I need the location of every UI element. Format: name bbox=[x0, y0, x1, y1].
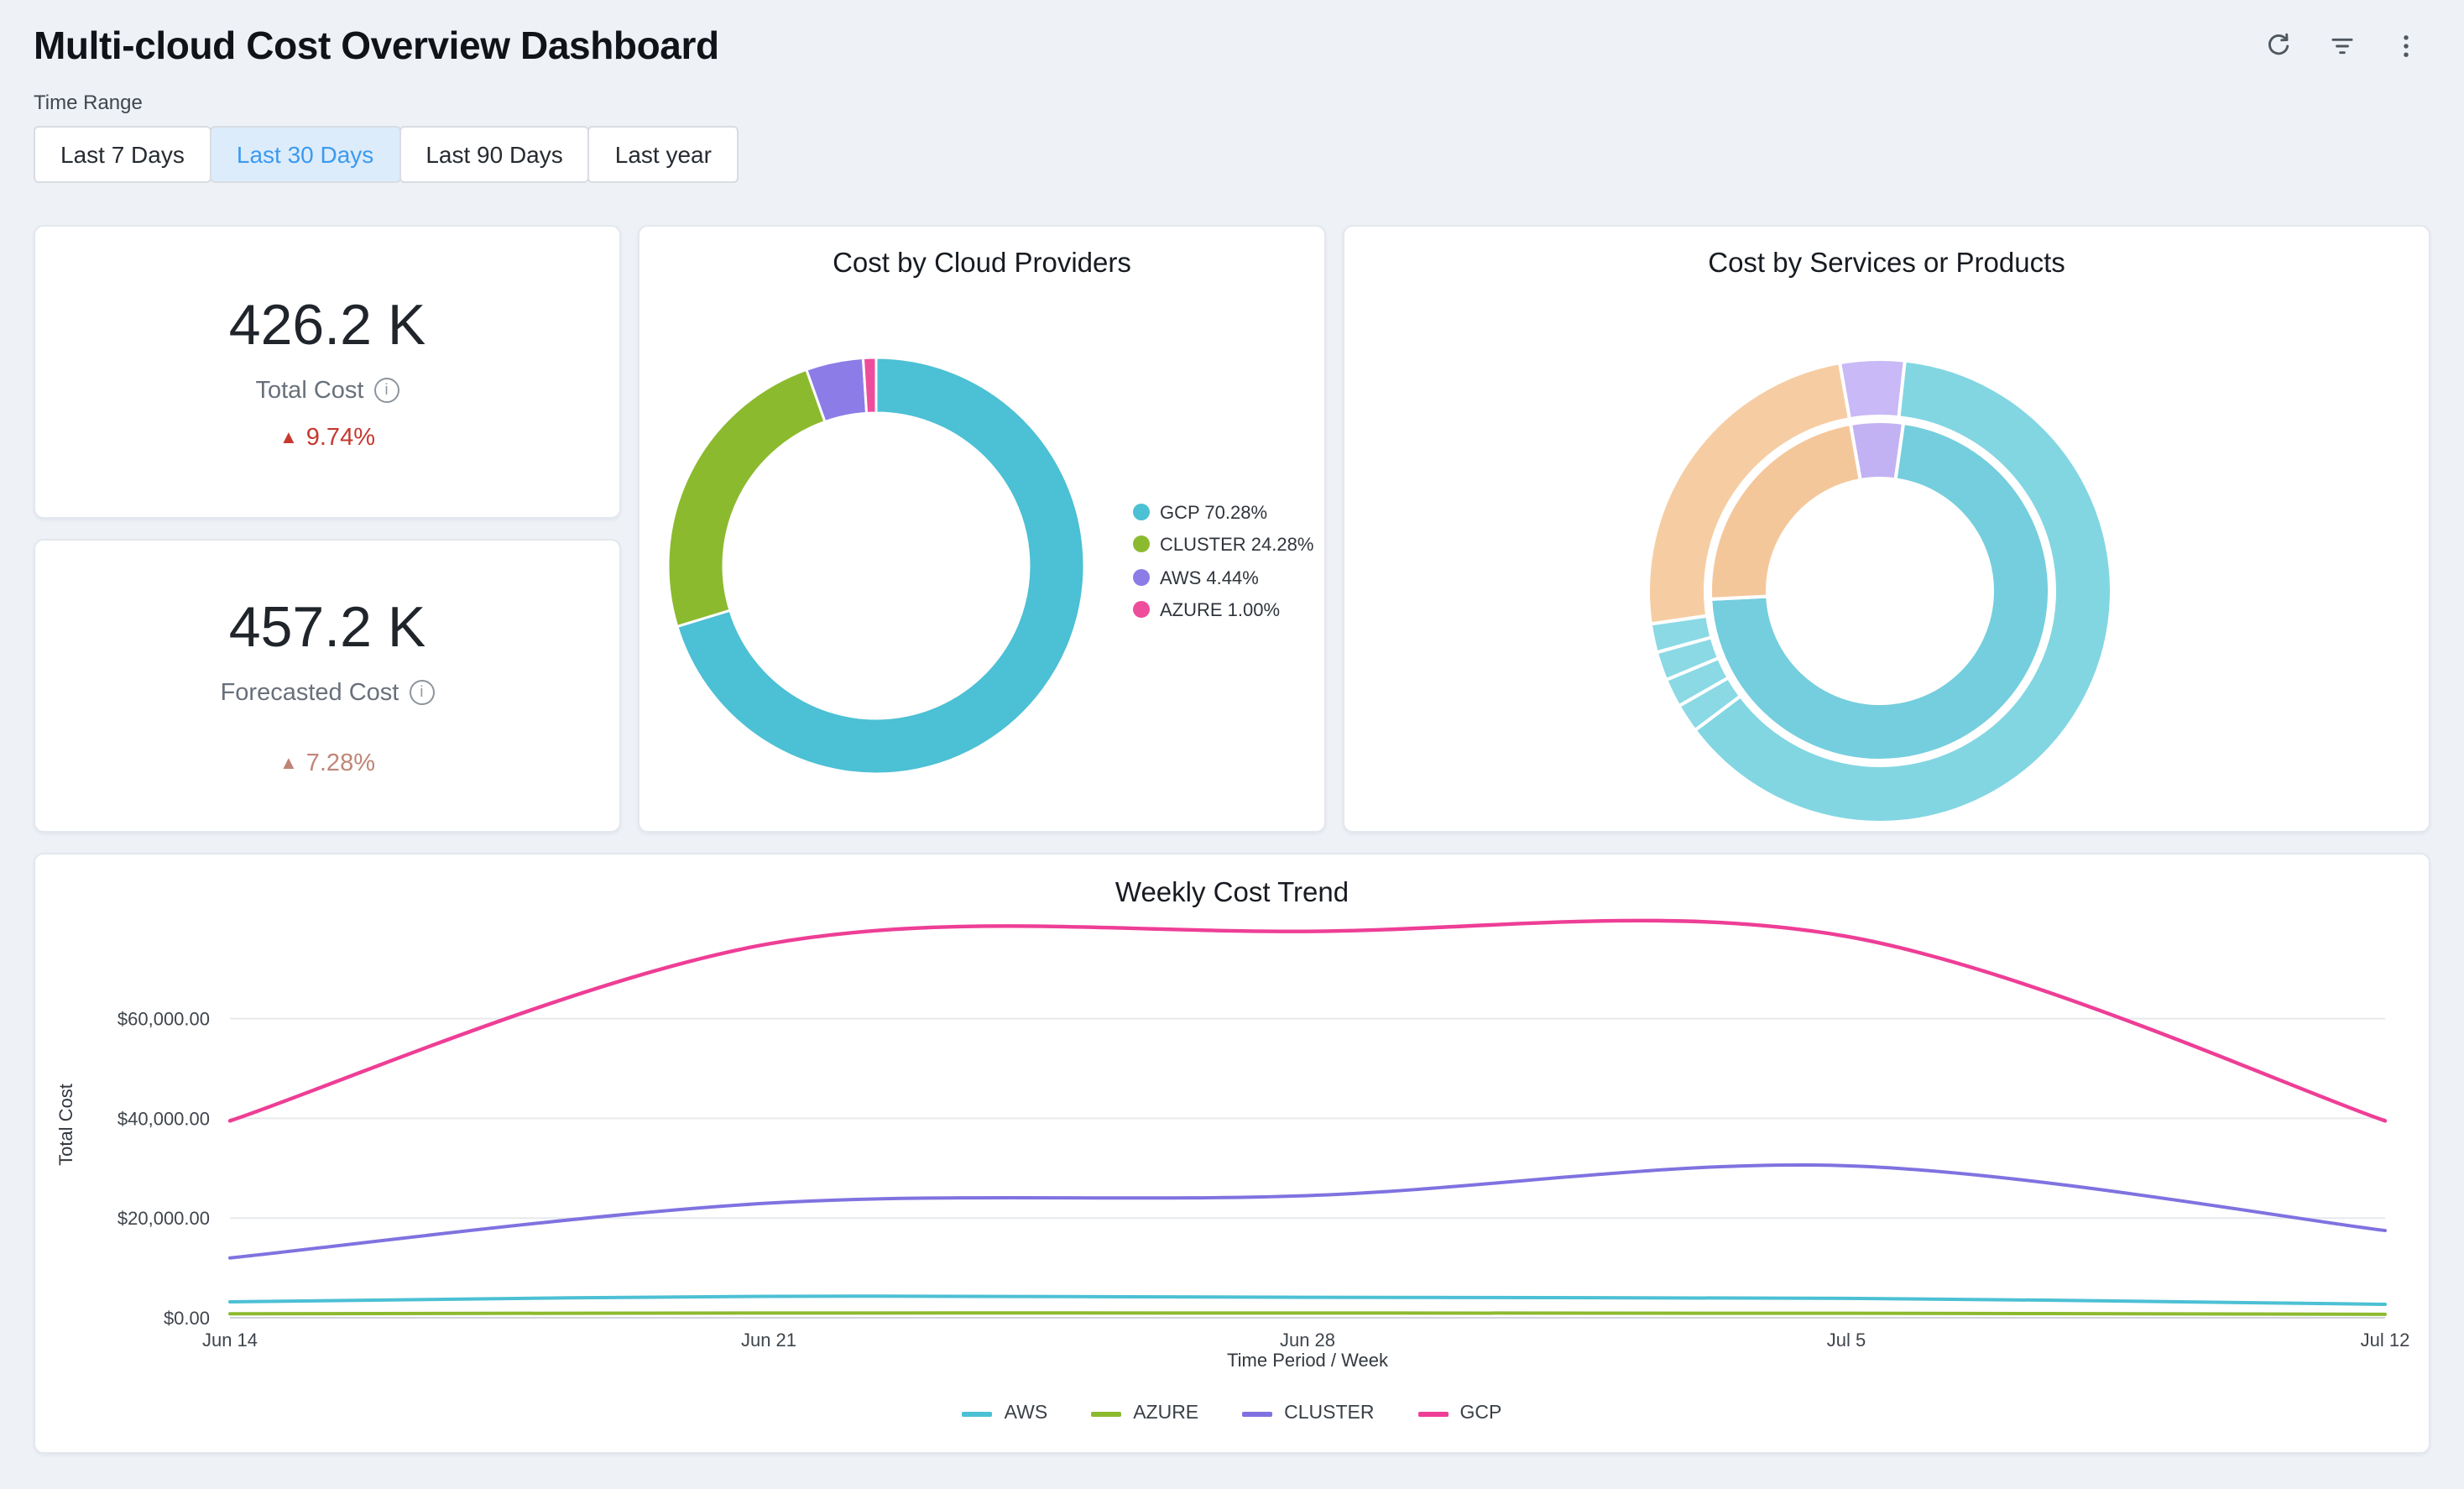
legend-dot-icon bbox=[1133, 601, 1150, 618]
filter-icon bbox=[2327, 31, 2356, 60]
time-range-label: Time Range bbox=[34, 91, 2430, 114]
legend-label: AWS bbox=[1005, 1403, 1048, 1424]
y-tick-label: $0.00 bbox=[164, 1308, 210, 1329]
trend-gridlines bbox=[230, 1019, 2385, 1318]
refresh-button[interactable] bbox=[2253, 20, 2303, 71]
trend-chart-title: Weekly Cost Trend bbox=[35, 854, 2429, 910]
more-options-button[interactable] bbox=[2380, 20, 2430, 71]
providers-legend-item-aws[interactable]: AWS 4.44% bbox=[1133, 567, 1314, 591]
forecasted-cost-card: 457.2 K Forecasted Cost i ▲ 7.28% bbox=[34, 539, 621, 833]
trend-legend: AWS AZURE CLUSTER GCP bbox=[35, 1403, 2429, 1424]
page-title: Multi-cloud Cost Overview Dashboard bbox=[34, 23, 719, 68]
legend-label: GCP bbox=[1460, 1403, 1502, 1424]
trend-legend-item-aws[interactable]: AWS bbox=[963, 1403, 1048, 1424]
trend-line-aws bbox=[230, 1296, 2385, 1304]
total-cost-delta-value: 9.74% bbox=[306, 424, 375, 451]
providers-slice-azure[interactable] bbox=[863, 358, 876, 413]
dashboard-page: Multi-cloud Cost Overview Dashboard Tim bbox=[0, 0, 2464, 1489]
y-tick-label: $60,000.00 bbox=[117, 1009, 210, 1030]
total-cost-value: 426.2 K bbox=[229, 293, 425, 358]
trend-svg: $0.00 $20,000.00 $40,000.00 $60,000.00 Jun 1… bbox=[35, 917, 2432, 1373]
x-tick-label: Jul 12 bbox=[2361, 1330, 2410, 1351]
time-range-button-last-year[interactable]: Last year bbox=[588, 126, 739, 183]
total-cost-label: Total Cost i bbox=[256, 377, 399, 404]
trend-chart-card: Weekly Cost Trend $0.00 $20,000.00 $40,000… bbox=[34, 853, 2430, 1454]
legend-label: AZURE 1.00% bbox=[1160, 599, 1280, 624]
total-cost-card: 426.2 K Total Cost i ▲ 9.74% bbox=[34, 225, 621, 519]
legend-label: AWS 4.44% bbox=[1160, 567, 1259, 591]
legend-label: AZURE bbox=[1133, 1403, 1198, 1424]
providers-chart-title: Cost by Cloud Providers bbox=[639, 227, 1324, 280]
trend-legend-item-azure[interactable]: AZURE bbox=[1091, 1403, 1198, 1424]
legend-label: GCP 70.28% bbox=[1160, 502, 1267, 526]
services-chart-title: Cost by Services or Products bbox=[1344, 227, 2429, 280]
time-range-button-last-30-days[interactable]: Last 30 Days bbox=[210, 126, 400, 183]
trend-legend-item-cluster[interactable]: CLUSTER bbox=[1242, 1403, 1374, 1424]
trend-legend-item-gcp[interactable]: GCP bbox=[1418, 1403, 1502, 1424]
trend-line-cluster bbox=[230, 1165, 2385, 1258]
trend-line-azure bbox=[230, 1313, 2385, 1314]
legend-line-icon bbox=[1091, 1411, 1121, 1416]
services-chart-card: Cost by Services or Products bbox=[1343, 225, 2430, 833]
x-tick-label: Jul 5 bbox=[1827, 1330, 1866, 1351]
services-sunburst-svg bbox=[1344, 227, 2430, 833]
time-range-button-last-90-days[interactable]: Last 90 Days bbox=[399, 126, 589, 183]
kpi-column: 426.2 K Total Cost i ▲ 9.74% 457.2 K For… bbox=[34, 225, 621, 833]
legend-dot-icon bbox=[1133, 504, 1150, 520]
providers-chart-card: Cost by Cloud Providers GCP 70.28% CLUSTE… bbox=[638, 225, 1326, 833]
kebab-menu-icon bbox=[2391, 31, 2420, 60]
forecasted-cost-label-text: Forecasted Cost bbox=[221, 679, 399, 706]
forecasted-cost-value: 457.2 K bbox=[229, 595, 425, 661]
providers-legend-item-gcp[interactable]: GCP 70.28% bbox=[1133, 502, 1314, 526]
x-tick-label: Jun 14 bbox=[202, 1330, 258, 1351]
time-range-button-last-7-days[interactable]: Last 7 Days bbox=[34, 126, 211, 183]
providers-legend-item-cluster[interactable]: CLUSTER 24.28% bbox=[1133, 535, 1314, 559]
legend-line-icon bbox=[963, 1411, 993, 1416]
forecasted-cost-delta-value: 7.28% bbox=[306, 750, 375, 776]
forecasted-cost-delta: ▲ 7.28% bbox=[279, 750, 375, 776]
trend-series bbox=[230, 921, 2385, 1314]
summary-row: 426.2 K Total Cost i ▲ 9.74% 457.2 K For… bbox=[34, 225, 2430, 833]
refresh-icon bbox=[2263, 31, 2292, 60]
info-icon[interactable]: i bbox=[409, 680, 434, 705]
legend-label: CLUSTER bbox=[1284, 1403, 1374, 1424]
providers-legend-item-azure[interactable]: AZURE 1.00% bbox=[1133, 599, 1314, 624]
total-cost-delta: ▲ 9.74% bbox=[279, 424, 375, 451]
legend-dot-icon bbox=[1133, 536, 1150, 553]
up-triangle-icon: ▲ bbox=[279, 427, 298, 447]
legend-label: CLUSTER 24.28% bbox=[1160, 535, 1313, 559]
y-axis-label: Total Cost bbox=[55, 1084, 76, 1166]
header-actions bbox=[2253, 20, 2430, 71]
y-tick-label: $40,000.00 bbox=[117, 1108, 210, 1129]
x-tick-label: Jun 21 bbox=[741, 1330, 796, 1351]
y-tick-label: $20,000.00 bbox=[117, 1208, 210, 1229]
forecasted-cost-label: Forecasted Cost i bbox=[221, 679, 435, 706]
providers-legend: GCP 70.28% CLUSTER 24.28% AWS 4.44% AZURE 1… bbox=[1133, 502, 1314, 623]
filter-button[interactable] bbox=[2316, 20, 2367, 71]
legend-dot-icon bbox=[1133, 568, 1150, 585]
x-tick-label: Jun 28 bbox=[1280, 1330, 1335, 1351]
time-range-section: Time Range Last 7 DaysLast 30 DaysLast 9… bbox=[34, 91, 2430, 183]
info-icon[interactable]: i bbox=[373, 378, 399, 403]
providers-slice-cluster[interactable] bbox=[668, 369, 825, 626]
legend-line-icon bbox=[1418, 1411, 1449, 1416]
time-range-buttons: Last 7 DaysLast 30 DaysLast 90 DaysLast … bbox=[34, 126, 2430, 183]
total-cost-label-text: Total Cost bbox=[256, 377, 364, 404]
trend-line-gcp bbox=[230, 921, 2385, 1121]
up-triangle-icon: ▲ bbox=[279, 753, 298, 773]
x-axis-label: Time Period / Week bbox=[1227, 1350, 1389, 1371]
header: Multi-cloud Cost Overview Dashboard bbox=[0, 0, 2464, 71]
legend-line-icon bbox=[1242, 1411, 1272, 1416]
